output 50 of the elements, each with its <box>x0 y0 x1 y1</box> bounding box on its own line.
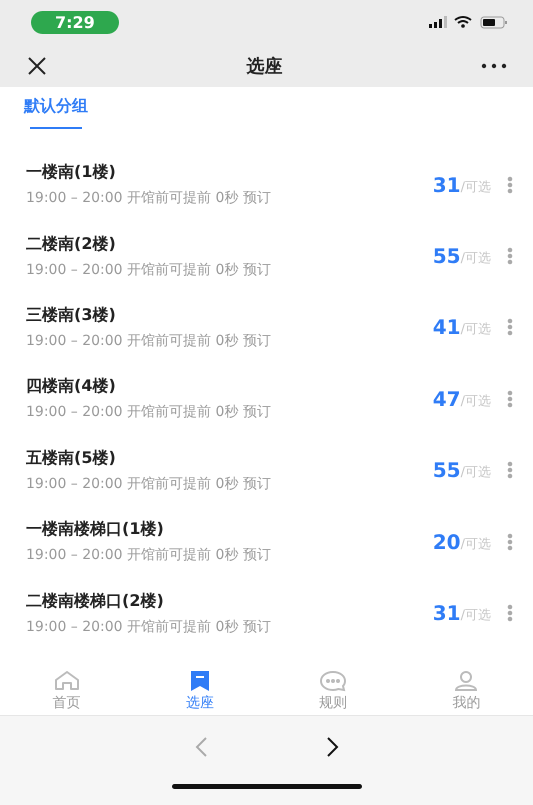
tab-bar-item[interactable]: 选座 <box>133 665 266 715</box>
seat-unit: /可选 <box>460 607 491 624</box>
group-tab[interactable]: 默认分组 <box>24 87 88 137</box>
seat-unit: /可选 <box>460 536 491 553</box>
seat-count: 47 <box>432 386 461 411</box>
status-time: 7:29 <box>31 10 119 34</box>
seat-unit: /可选 <box>460 392 491 410</box>
seat-count: 41 <box>432 315 461 340</box>
more-vertical-icon[interactable] <box>507 318 513 336</box>
seat-count: 31 <box>432 601 461 626</box>
room-hours: 19:00 – 20:00 开馆前可提前 0秒 预订 <box>26 474 272 493</box>
room-name: 一楼南楼梯口(1楼) <box>26 519 165 540</box>
room-hours: 19:00 – 20:00 开馆前可提前 0秒 预订 <box>26 189 272 208</box>
signal-icon <box>429 16 447 28</box>
seat-unit: /可选 <box>460 178 491 196</box>
more-vertical-icon[interactable] <box>507 461 513 480</box>
seat-count: 20 <box>432 530 461 554</box>
chevron-left-icon <box>194 736 208 758</box>
wifi-icon <box>454 16 472 28</box>
seat-count: 31 <box>432 172 461 197</box>
seat-unit: /可选 <box>460 464 491 482</box>
more-vertical-icon[interactable] <box>507 247 513 266</box>
room-name: 五楼南(5楼) <box>26 448 117 469</box>
room-hours: 19:00 – 20:00 开馆前可提前 0秒 预订 <box>26 332 272 350</box>
tab-bar-item[interactable]: 我的 <box>400 665 533 715</box>
tab-bar-item[interactable]: 规则 <box>266 665 400 715</box>
seat-count: 55 <box>432 458 461 482</box>
chevron-right-icon <box>326 736 340 758</box>
room-name: 二楼南楼梯口(2楼) <box>26 590 165 612</box>
page-title: 选座 <box>246 54 282 78</box>
room-hours: 19:00 – 20:00 开馆前可提前 0秒 预订 <box>26 260 272 279</box>
tab-bar-item[interactable]: 首页 <box>0 665 134 715</box>
more-icon[interactable] <box>481 62 507 68</box>
room-name: 四楼南(4楼) <box>26 376 117 398</box>
seat-unit: /可选 <box>460 250 491 268</box>
room-name: 三楼南(3楼) <box>26 304 117 326</box>
more-vertical-icon[interactable] <box>507 532 513 551</box>
more-vertical-icon[interactable] <box>507 390 513 408</box>
room-name: 二楼南(2楼) <box>26 234 117 255</box>
close-icon[interactable] <box>26 54 48 76</box>
room-hours: 19:00 – 20:00 开馆前可提前 0秒 预订 <box>26 403 272 422</box>
seat-unit: /可选 <box>460 321 491 338</box>
seat-count: 55 <box>432 244 461 268</box>
battery-icon <box>480 16 507 28</box>
room-hours: 19:00 – 20:00 开馆前可提前 0秒 预订 <box>26 618 272 636</box>
more-vertical-icon[interactable] <box>507 176 513 194</box>
room-hours: 19:00 – 20:00 开馆前可提前 0秒 预订 <box>26 546 272 564</box>
chat-icon <box>318 668 348 692</box>
more-vertical-icon[interactable] <box>507 604 513 622</box>
room-name: 一楼南(1楼) <box>26 162 117 184</box>
